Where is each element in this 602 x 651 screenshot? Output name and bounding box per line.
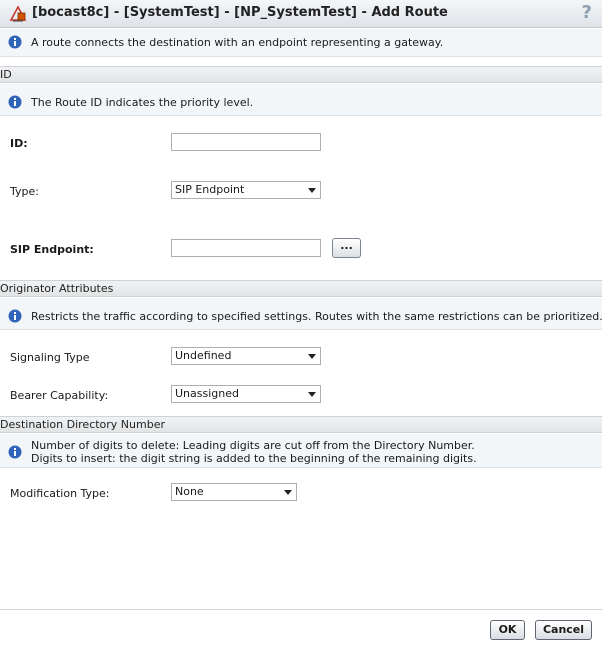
cancel-button[interactable]: Cancel	[535, 620, 592, 640]
type-select[interactable]: SIP Endpoint	[171, 181, 321, 199]
info-icon	[8, 35, 22, 49]
id-info-bar: The Route ID indicates the priority leve…	[0, 84, 602, 116]
originator-info-text: Restricts the traffic according to speci…	[31, 310, 602, 323]
help-icon[interactable]: ?	[582, 2, 592, 23]
intro-text: A route connects the destination with an…	[31, 36, 444, 49]
ok-button[interactable]: OK	[490, 620, 525, 640]
id-info-text: The Route ID indicates the priority leve…	[31, 96, 254, 109]
window-title: [bocast8c] - [SystemTest] - [NP_SystemTe…	[32, 5, 448, 20]
sip-endpoint-input[interactable]	[171, 239, 321, 257]
originator-info-bar: Restricts the traffic according to speci…	[0, 298, 602, 330]
info-icon	[8, 95, 22, 109]
sip-endpoint-label: SIP Endpoint:	[10, 243, 94, 256]
modification-type-value: None	[175, 485, 204, 498]
modification-type-label: Modification Type:	[10, 487, 110, 500]
section-header-destination: Destination Directory Number	[0, 416, 602, 433]
dropdown-arrow-icon	[308, 354, 316, 359]
dialog-footer: OK Cancel	[0, 609, 602, 651]
intro-info-bar: A route connects the destination with an…	[0, 29, 602, 57]
dropdown-arrow-icon	[284, 490, 292, 495]
modification-type-select[interactable]: None	[171, 483, 297, 501]
browse-sip-endpoint-button[interactable]: ...	[332, 238, 361, 258]
bearer-capability-select[interactable]: Unassigned	[171, 385, 321, 403]
destination-info-bar: Number of digits to delete: Leading digi…	[0, 434, 602, 468]
section-header-id: ID	[0, 66, 602, 83]
signaling-type-select[interactable]: Undefined	[171, 347, 321, 365]
section-header-originator: Originator Attributes	[0, 280, 602, 297]
info-icon	[8, 309, 22, 323]
type-select-value: SIP Endpoint	[175, 183, 245, 196]
type-label: Type:	[10, 185, 39, 198]
bearer-capability-value: Unassigned	[175, 387, 239, 400]
id-input[interactable]	[171, 133, 321, 151]
signaling-type-label: Signaling Type	[10, 351, 90, 364]
destination-info-line2: Digits to insert: the digit string is ad…	[31, 452, 477, 465]
bearer-capability-label: Bearer Capability:	[10, 389, 109, 402]
dropdown-arrow-icon	[308, 188, 316, 193]
title-bar: [bocast8c] - [SystemTest] - [NP_SystemTe…	[0, 0, 602, 28]
destination-info-line1: Number of digits to delete: Leading digi…	[31, 439, 475, 452]
info-icon	[8, 445, 22, 459]
dropdown-arrow-icon	[308, 392, 316, 397]
signaling-type-value: Undefined	[175, 349, 232, 362]
id-label: ID:	[10, 137, 28, 150]
route-app-icon	[9, 5, 27, 22]
